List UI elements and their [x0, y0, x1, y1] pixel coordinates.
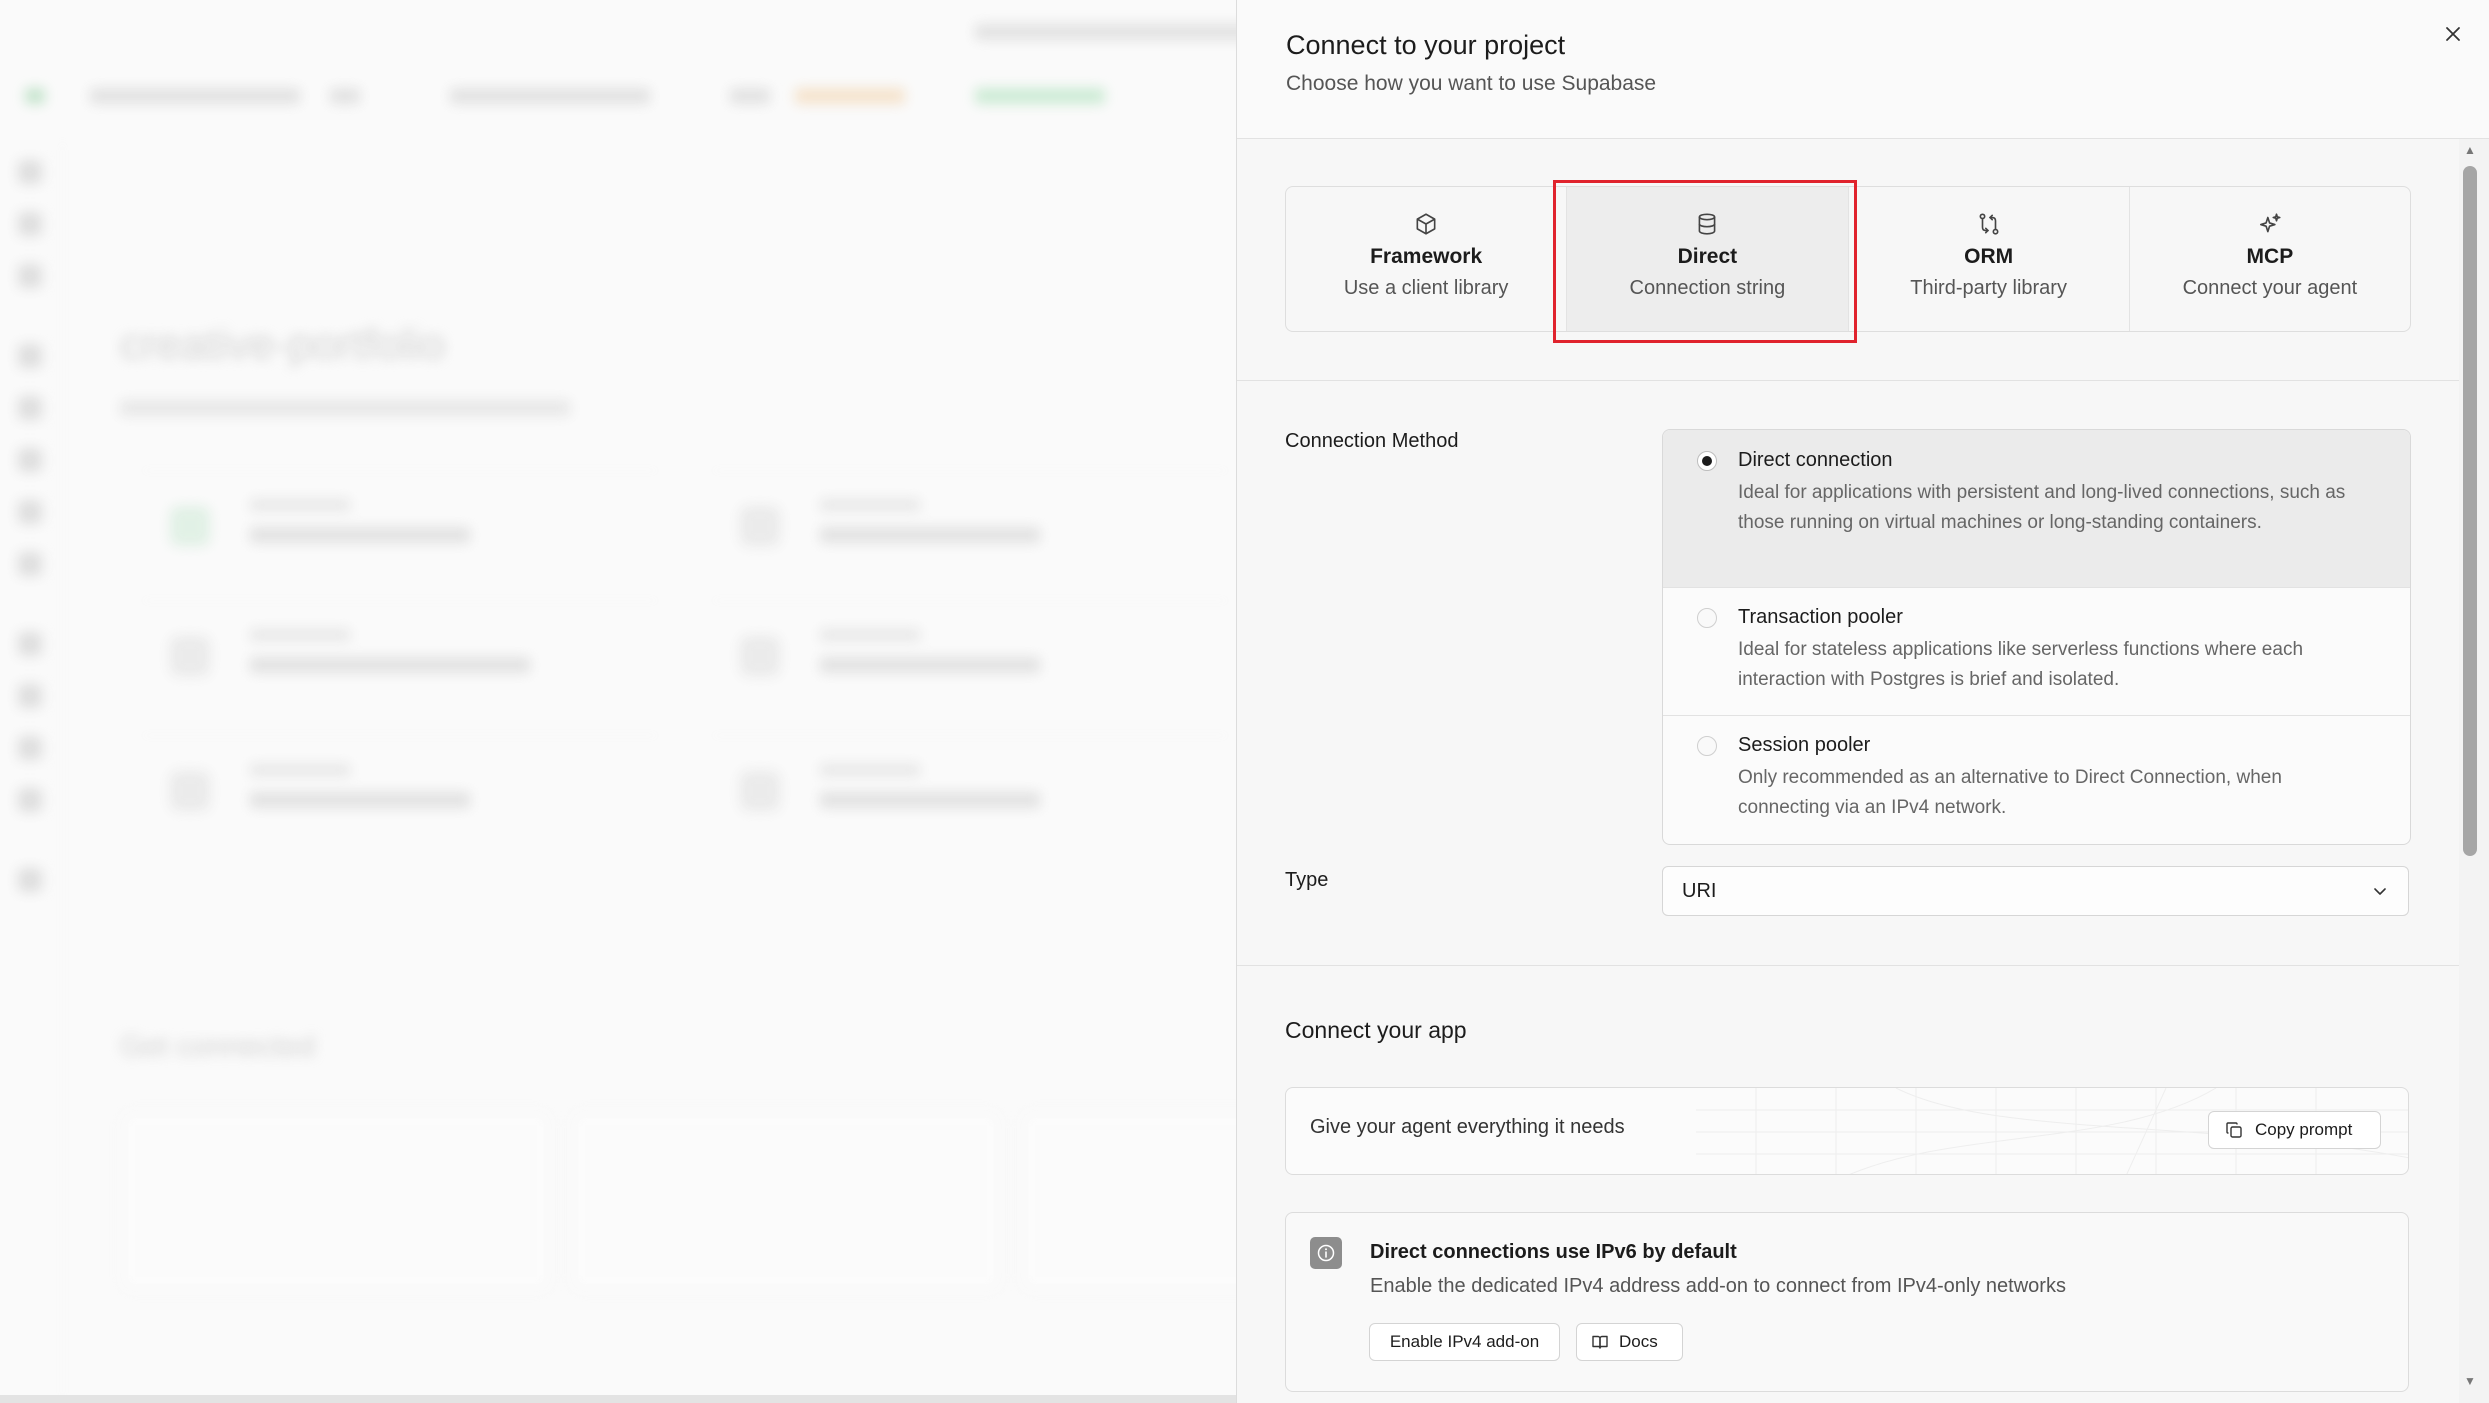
info-icon	[1310, 1237, 1342, 1269]
radio-title: Transaction pooler	[1738, 606, 1903, 628]
docs-button[interactable]: Docs	[1576, 1323, 1683, 1361]
panel-header: Connect to your project Choose how you w…	[1237, 0, 2489, 139]
background-page-title: creative-portfolio	[120, 320, 446, 369]
close-icon	[2446, 27, 2460, 41]
book-icon	[1592, 1335, 1608, 1349]
tab-mcp-desc: Connect your agent	[2182, 277, 2358, 299]
orm-icon	[1979, 213, 1999, 235]
tab-direct-desc: Connection string	[1629, 277, 1786, 299]
tab-direct[interactable]: Direct Connection string	[1567, 187, 1849, 331]
radio-desc: Ideal for applications with persistent a…	[1738, 482, 2346, 533]
close-button[interactable]	[2433, 14, 2473, 54]
panel-scroll-area[interactable]: Framework Use a client library Direct Co…	[1237, 139, 2459, 1403]
tab-mcp[interactable]: MCP Connect your agent	[2130, 187, 2410, 331]
radio-desc: Only recommended as an alternative to Di…	[1738, 767, 2282, 818]
section-divider	[1237, 965, 2459, 966]
radio-title: Session pooler	[1738, 734, 1871, 756]
background-card	[710, 470, 1230, 581]
connect-app-title: Connect your app	[1285, 1017, 1467, 1043]
notice-desc: Enable the dedicated IPv4 address add-on…	[1370, 1275, 2066, 1297]
info-icon-glyph	[1317, 1244, 1335, 1262]
section-divider	[1237, 380, 2459, 381]
scroll-down-arrow-icon[interactable]: ▼	[2462, 1374, 2478, 1388]
docs-label: Docs	[1619, 1332, 1658, 1351]
connection-method-radio-group: Direct connection Ideal for applications…	[1662, 429, 2411, 845]
background-box	[1020, 1110, 1236, 1292]
type-select[interactable]: URI	[1662, 866, 2409, 916]
panel-title: Connect to your project	[1286, 30, 1566, 60]
radio-transaction-pooler[interactable]: Transaction pooler Ideal for stateless a…	[1663, 588, 2410, 716]
connection-method-label: Connection Method	[1285, 430, 1459, 452]
panel-subtitle: Choose how you want to use Supabase	[1286, 72, 1657, 95]
tab-mcp-name: MCP	[2246, 245, 2294, 268]
agent-prompt-box: Give your agent everything it needs Copy…	[1285, 1087, 2409, 1175]
background-app: creative-portfolio Get connected	[0, 0, 1236, 1403]
connection-type-tabs: Framework Use a client library Direct Co…	[1285, 186, 2411, 332]
agent-prompt-text: Give your agent everything it needs	[1310, 1116, 1625, 1138]
copy-icon	[2226, 1122, 2242, 1138]
type-label: Type	[1285, 869, 1329, 891]
radio-button[interactable]	[1697, 451, 1717, 471]
background-card	[140, 600, 660, 711]
background-app-content: creative-portfolio Get connected	[0, 0, 1236, 1403]
copy-prompt-button[interactable]: Copy prompt	[2208, 1111, 2381, 1149]
enable-ipv4-addon-label: Enable IPv4 add-on	[1389, 1332, 1540, 1351]
sparkle-icon	[2259, 213, 2281, 233]
chevron-down-icon	[2374, 888, 2386, 895]
background-sidebar	[0, 140, 63, 1403]
database-icon	[1698, 213, 1716, 235]
radio-button[interactable]	[1697, 608, 1717, 628]
tab-orm-desc: Third-party library	[1910, 277, 2067, 299]
ipv6-notice: Direct connections use IPv6 by default E…	[1285, 1212, 2409, 1392]
tab-framework-desc: Use a client library	[1343, 277, 1509, 299]
radio-direct-connection[interactable]: Direct connection Ideal for applications…	[1663, 430, 2410, 588]
radio-desc: Ideal for stateless applications like se…	[1738, 639, 2304, 690]
radio-title: Direct connection	[1738, 449, 1893, 471]
type-select-value: URI	[1682, 880, 1717, 902]
radio-button[interactable]	[1697, 736, 1717, 756]
connect-panel: Connect to your project Choose how you w…	[1236, 0, 2489, 1403]
scroll-up-arrow-icon[interactable]: ▲	[2462, 143, 2478, 157]
panel-scrollbar-thumb[interactable]	[2463, 166, 2477, 856]
enable-ipv4-addon-button[interactable]: Enable IPv4 add-on	[1369, 1323, 1560, 1361]
background-box	[120, 1110, 552, 1292]
tab-framework[interactable]: Framework Use a client library	[1286, 187, 1568, 331]
background-card	[140, 470, 660, 581]
background-section-title: Get connected	[120, 1030, 316, 1063]
tab-direct-name: Direct	[1677, 245, 1738, 268]
background-card	[140, 735, 660, 846]
copy-prompt-label: Copy prompt	[2255, 1120, 2353, 1139]
background-card	[710, 600, 1230, 711]
background-card	[710, 735, 1230, 846]
tab-orm-name: ORM	[1964, 245, 2014, 268]
tab-orm[interactable]: ORM Third-party library	[1849, 187, 2130, 331]
background-box	[570, 1110, 1002, 1292]
tab-framework-name: Framework	[1370, 245, 1483, 268]
background-subtitle-bar	[120, 400, 570, 416]
background-topbar	[0, 24, 1236, 120]
radio-session-pooler[interactable]: Session pooler Only recommended as an al…	[1663, 716, 2410, 844]
cube-icon	[1416, 213, 1436, 235]
notice-title: Direct connections use IPv6 by default	[1370, 1241, 1737, 1263]
